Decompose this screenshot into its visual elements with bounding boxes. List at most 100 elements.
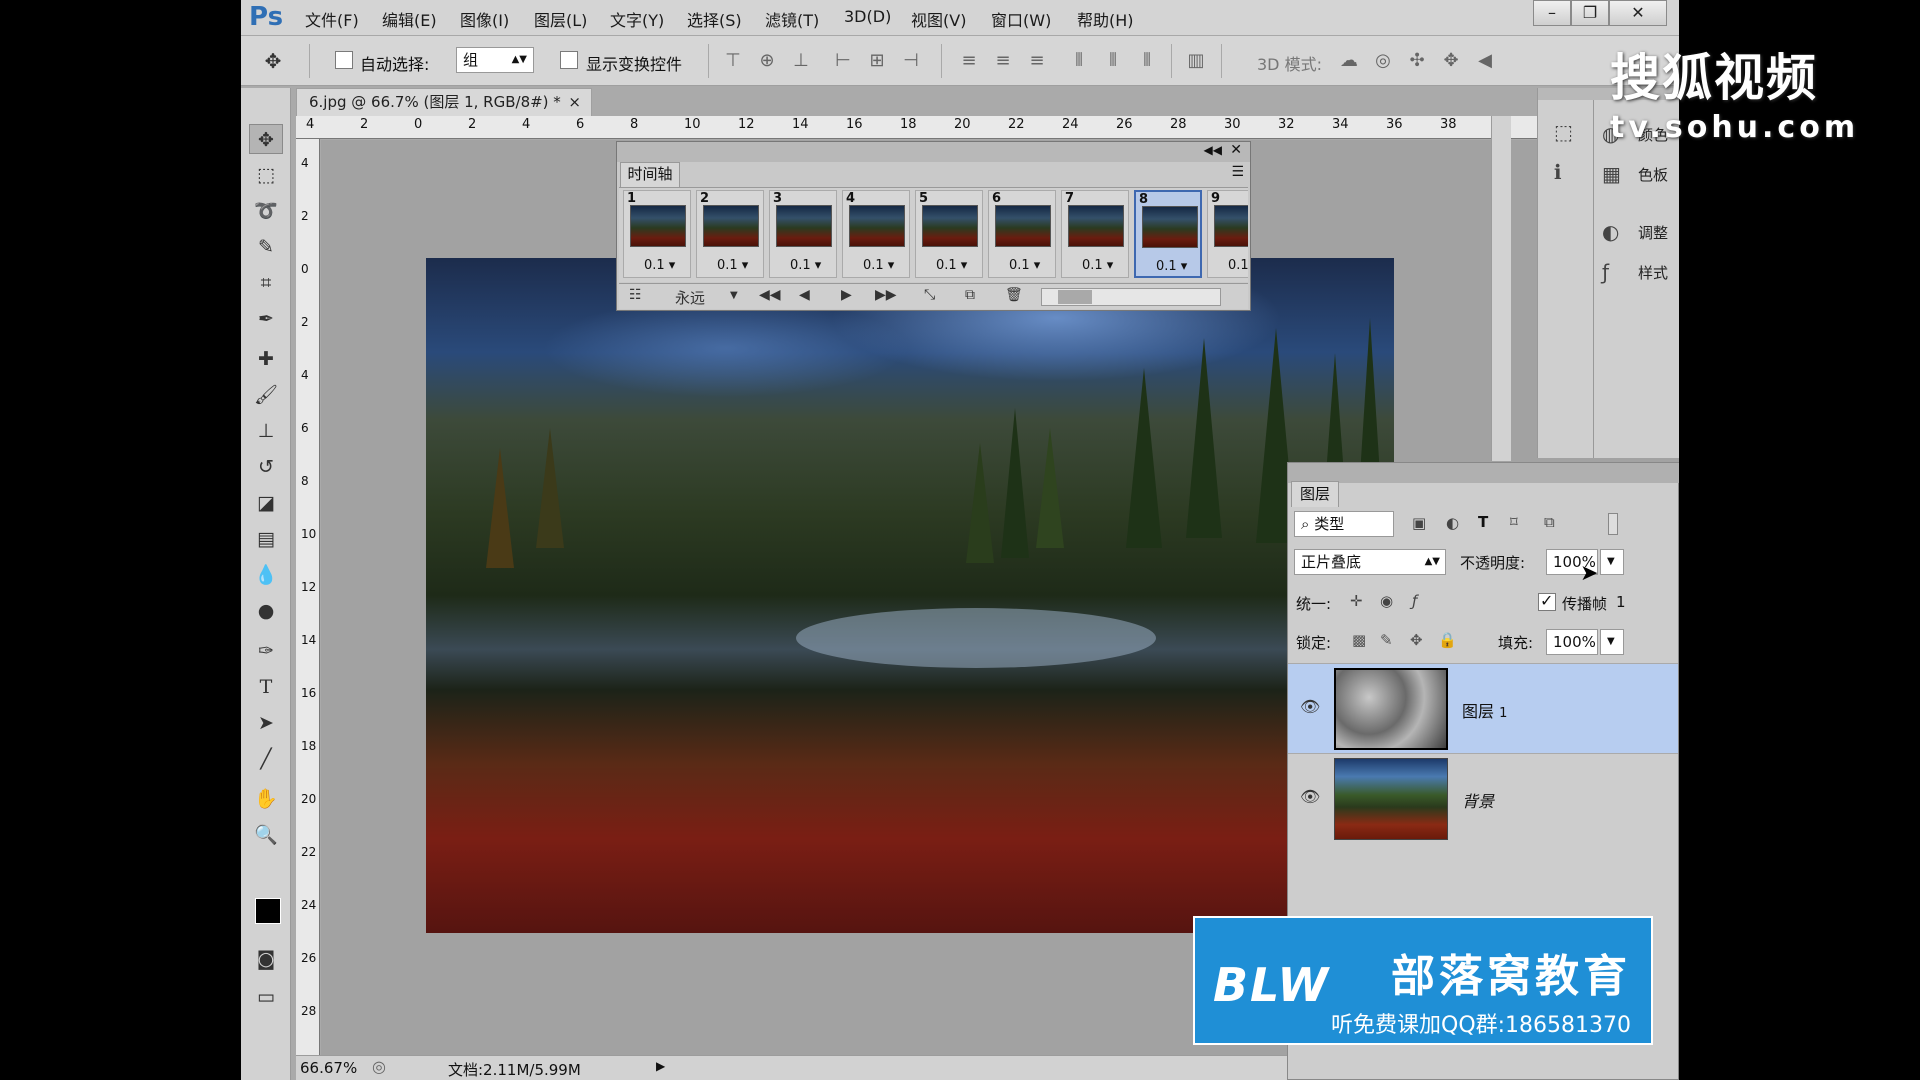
timeline-frame[interactable]: 2 0.1 ▾ (696, 190, 764, 278)
duplicate-frame-icon[interactable]: ⧉ (965, 287, 975, 303)
foreground-color-swatch[interactable] (255, 898, 281, 924)
frame-delay[interactable]: 0.1 ▾ (1009, 258, 1040, 273)
show-transform-checkbox[interactable] (560, 51, 578, 69)
swatches-panel-label[interactable]: 色板 (1638, 164, 1668, 185)
pen-tool-icon[interactable]: ✑ (249, 636, 283, 666)
blur-tool-icon[interactable]: 💧 (249, 560, 283, 590)
close-document-icon[interactable]: × (568, 89, 581, 115)
filter-kind-dropdown[interactable]: ⌕ 类型 (1294, 511, 1394, 537)
lock-pixels-icon[interactable]: ✎ (1380, 631, 1393, 649)
adjustments-panel-icon[interactable]: ◐ (1602, 220, 1619, 244)
vertical-ruler[interactable]: 4 2 0 2 4 6 8 10 12 14 16 18 20 22 24 26 28 (296, 139, 320, 1059)
3d-orbit-icon[interactable]: ☁ (1337, 49, 1361, 73)
align-hcenter-icon[interactable]: ⊞ (865, 49, 889, 73)
dodge-tool-icon[interactable]: ● (249, 596, 283, 626)
document-image[interactable] (426, 258, 1394, 933)
type-tool-icon[interactable]: T (249, 672, 283, 702)
auto-select-dropdown[interactable]: 组 ▲▼ (456, 47, 534, 73)
menu-3d[interactable]: 3D(D) (844, 7, 891, 26)
close-panel-icon[interactable]: ✕ (1230, 142, 1242, 158)
menu-layer[interactable]: 图层(L) (534, 7, 587, 31)
eye-icon[interactable]: 👁 (1300, 787, 1320, 806)
filter-shape-icon[interactable]: ⌑ (1510, 513, 1518, 531)
healing-brush-tool-icon[interactable]: ✚ (249, 344, 283, 374)
timeline-frame[interactable]: 6 0.1 ▾ (988, 190, 1056, 278)
layer-row-layer1[interactable]: 👁 图层 1 (1288, 663, 1678, 753)
filter-type-icon[interactable]: T (1478, 513, 1488, 531)
align-top-icon[interactable]: ⊤ (721, 49, 745, 73)
frame-delay[interactable]: 0.1 ▾ (717, 258, 748, 273)
distribute-right-icon[interactable]: ⫴ (1135, 49, 1159, 73)
background-name[interactable]: 背景 (1462, 788, 1494, 812)
loop-dropdown-icon[interactable]: ▼ (730, 290, 738, 301)
fill-slider-arrow-icon[interactable]: ▼ (1600, 629, 1624, 655)
layer1-name[interactable]: 图层 1 (1462, 698, 1507, 722)
3d-panel-icon[interactable]: ⬚ (1554, 120, 1573, 144)
3d-scale-icon[interactable]: ◀ (1473, 49, 1497, 73)
align-bottom-icon[interactable]: ⊥ (789, 49, 813, 73)
timeline-frame[interactable]: 4 0.1 ▾ (842, 190, 910, 278)
marquee-tool-icon[interactable]: ⬚ (249, 160, 283, 190)
eraser-tool-icon[interactable]: ◪ (249, 488, 283, 518)
hand-tool-icon[interactable]: ✋ (249, 784, 283, 814)
frame-delay[interactable]: 0.1 ▾ (790, 258, 821, 273)
vertical-scrollbar[interactable] (1491, 116, 1511, 461)
filter-pixel-icon[interactable]: ▣ (1412, 514, 1426, 532)
fill-input[interactable]: 100% (1546, 629, 1598, 655)
3d-pan-icon[interactable]: ✣ (1405, 49, 1429, 73)
line-tool-icon[interactable]: ╱ (249, 744, 283, 774)
distribute-left-icon[interactable]: ⫴ (1067, 49, 1091, 73)
eyedropper-tool-icon[interactable]: ✒ (249, 304, 283, 334)
status-menu-arrow-icon[interactable]: ▶ (656, 1059, 665, 1073)
timeline-frame[interactable]: 8 0.1 ▾ (1134, 190, 1202, 278)
frame-delay[interactable]: 0.1 ▾ (936, 258, 967, 273)
eye-icon[interactable]: 👁 (1300, 697, 1320, 716)
next-frame-icon[interactable]: ▶▶ (875, 287, 897, 303)
distribute-vcenter-icon[interactable]: ≡ (991, 49, 1015, 73)
timeline-frame[interactable]: 3 0.1 ▾ (769, 190, 837, 278)
distribute-bottom-icon[interactable]: ≡ (1025, 49, 1049, 73)
propagate-frame-checkbox[interactable]: ✓ (1538, 591, 1556, 611)
timeline-titlebar[interactable]: ◀◀ ✕ (617, 142, 1250, 162)
document-tab[interactable]: 6.jpg @ 66.7% (图层 1, RGB/8#) * × (296, 88, 592, 116)
zoom-level[interactable]: 66.67% (300, 1059, 357, 1077)
align-left-icon[interactable]: ⊢ (831, 49, 855, 73)
gradient-tool-icon[interactable]: ▤ (249, 524, 283, 554)
3d-slide-icon[interactable]: ✥ (1439, 49, 1463, 73)
collapse-panel-icon[interactable]: ◀◀ (1204, 143, 1222, 157)
tween-icon[interactable]: ⤡ (924, 287, 935, 303)
layers-titlebar[interactable] (1288, 463, 1679, 483)
distribute-top-icon[interactable]: ≡ (957, 49, 981, 73)
close-button[interactable]: ✕ (1609, 0, 1667, 26)
play-icon[interactable]: ▶ (841, 287, 852, 303)
menu-view[interactable]: 视图(V) (911, 7, 966, 31)
menu-help[interactable]: 帮助(H) (1077, 7, 1134, 31)
quick-mask-icon[interactable]: ◙ (249, 944, 283, 974)
menu-filter[interactable]: 滤镜(T) (765, 7, 819, 31)
move-tool-icon[interactable]: ✥ (249, 124, 283, 154)
lock-transparency-icon[interactable]: ▩ (1352, 631, 1366, 649)
quick-select-tool-icon[interactable]: ✎ (249, 232, 283, 262)
minimize-button[interactable]: – (1533, 0, 1571, 26)
swatches-panel-icon[interactable]: ▦ (1602, 162, 1621, 186)
lock-all-icon[interactable]: 🔒 (1438, 631, 1457, 649)
opacity-slider-arrow-icon[interactable]: ▼ (1600, 549, 1624, 575)
styles-panel-icon[interactable]: ƒ (1602, 260, 1609, 284)
auto-select-checkbox[interactable] (335, 51, 353, 69)
first-frame-icon[interactable]: ◀◀ (759, 287, 781, 303)
unify-position-icon[interactable]: ✛ (1350, 592, 1363, 610)
previous-frame-icon[interactable]: ◀ (799, 287, 810, 303)
restore-button[interactable]: ❐ (1571, 0, 1609, 26)
horizontal-ruler[interactable]: 4 2 0 2 4 6 8 10 12 14 16 18 20 22 24 26 28 30 32 34 36 38 (296, 116, 1679, 139)
auto-align-icon[interactable]: ▥ (1184, 49, 1208, 73)
loop-option[interactable]: 永远 (675, 287, 705, 308)
menu-image[interactable]: 图像(I) (460, 7, 509, 31)
filter-smart-object-icon[interactable]: ⧉ (1544, 513, 1555, 531)
timeline-frame[interactable]: 9 0.1 ▾ (1207, 190, 1248, 278)
3d-roll-icon[interactable]: ◎ (1371, 49, 1395, 73)
lock-position-icon[interactable]: ✥ (1410, 631, 1423, 649)
unify-visibility-icon[interactable]: ◉ (1380, 592, 1393, 610)
scrollbar-thumb[interactable] (1058, 290, 1092, 304)
frame-delay[interactable]: 0.1 ▾ (1228, 258, 1248, 273)
path-select-tool-icon[interactable]: ➤ (249, 708, 283, 738)
